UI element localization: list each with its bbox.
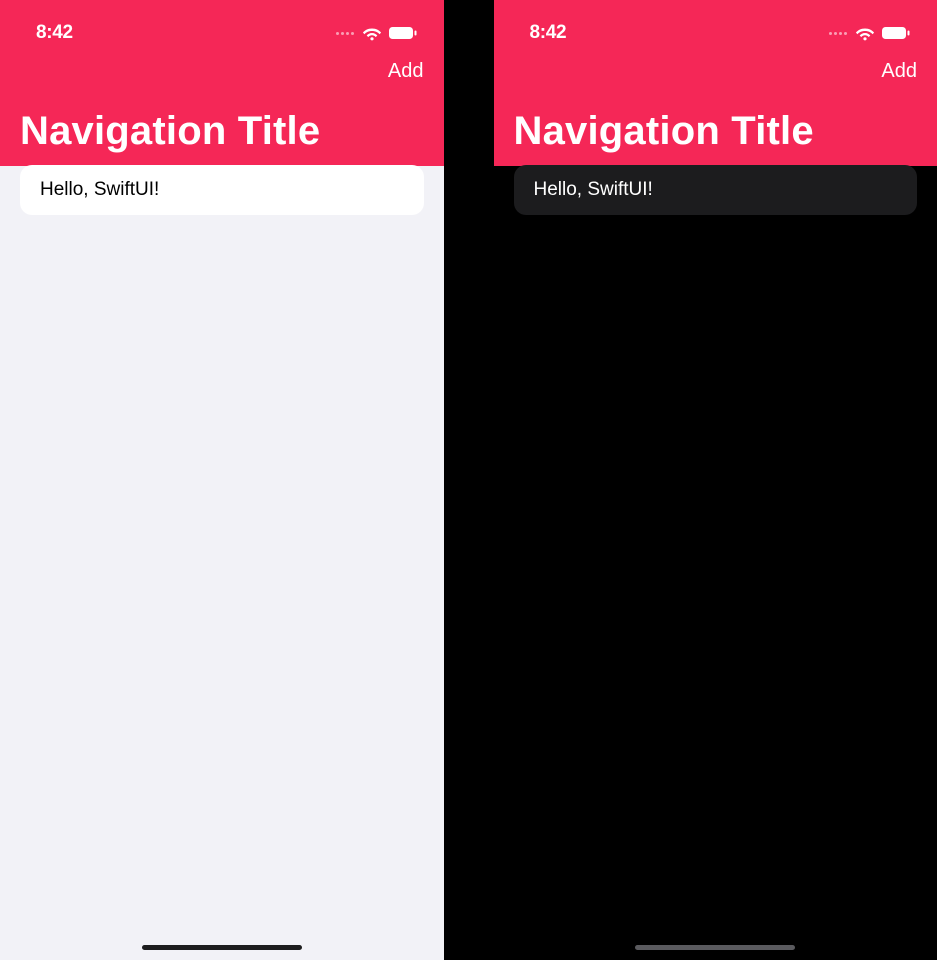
nav-title-row: Navigation Title (0, 85, 444, 166)
cellular-dots-icon (336, 32, 354, 35)
content-area: Hello, SwiftUI! (0, 165, 444, 215)
list-item[interactable]: Hello, SwiftUI! (514, 165, 918, 215)
phone-dark: 8:42 Add Navigation Title (494, 0, 937, 960)
status-time: 8:42 (530, 22, 567, 44)
home-indicator[interactable] (142, 945, 302, 950)
list-item-label: Hello, SwiftUI! (40, 179, 159, 201)
home-indicator[interactable] (635, 945, 795, 950)
add-button[interactable]: Add (881, 60, 917, 83)
page-title: Navigation Title (514, 109, 918, 154)
list-item[interactable]: Hello, SwiftUI! (20, 165, 424, 215)
status-icons (336, 26, 418, 41)
phone-light: 8:42 Add Navigation Title (0, 0, 444, 960)
wifi-icon (362, 26, 382, 41)
battery-icon (388, 26, 418, 40)
cellular-dots-icon (829, 32, 847, 35)
nav-title-row: Navigation Title (494, 85, 937, 166)
nav-button-row: Add (494, 54, 937, 85)
status-time: 8:42 (36, 22, 73, 44)
nav-button-row: Add (0, 54, 444, 85)
status-icons (829, 26, 911, 41)
wifi-icon (855, 26, 875, 41)
navigation-bar: 8:42 Add Navigation Title (0, 0, 444, 166)
status-bar: 8:42 (0, 0, 444, 54)
status-bar: 8:42 (494, 0, 937, 54)
list-item-label: Hello, SwiftUI! (534, 179, 653, 201)
add-button[interactable]: Add (388, 60, 424, 83)
content-area: Hello, SwiftUI! (494, 165, 937, 215)
navigation-bar: 8:42 Add Navigation Title (494, 0, 937, 166)
battery-icon (881, 26, 911, 40)
page-title: Navigation Title (20, 109, 424, 154)
